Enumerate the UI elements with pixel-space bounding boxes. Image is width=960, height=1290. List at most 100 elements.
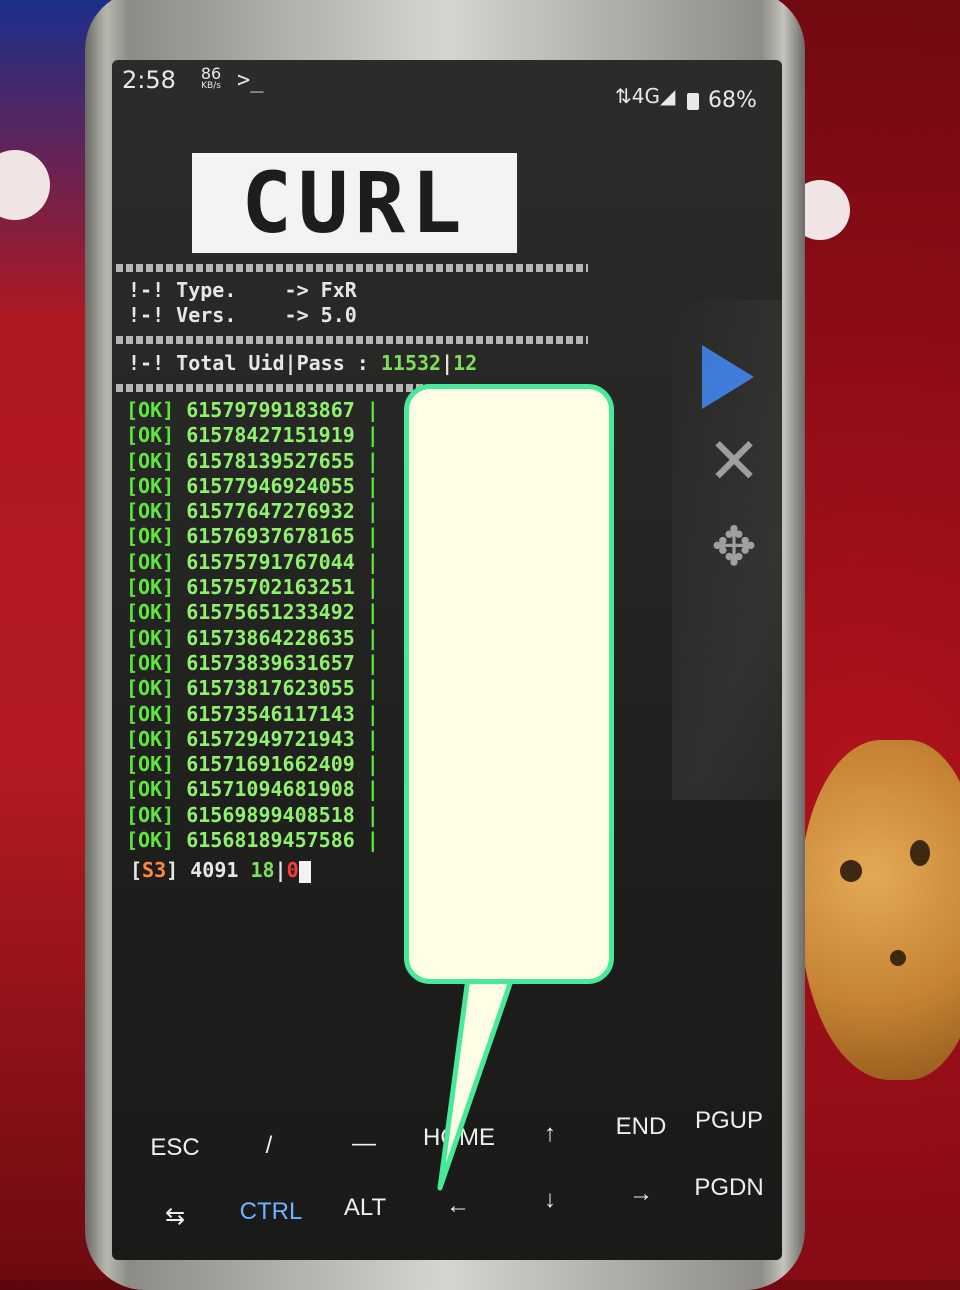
play-icon[interactable]: [702, 345, 754, 409]
ok-tag: [OK]: [126, 423, 175, 448]
row-separator: |: [366, 701, 379, 726]
row-separator: |: [366, 650, 379, 675]
row-separator: |: [366, 625, 379, 650]
result-uid: 61572949721943: [186, 726, 355, 751]
result-uid: 61571691662409: [186, 752, 355, 777]
row-separator: |: [366, 676, 379, 701]
row-separator: |: [366, 752, 379, 777]
result-row: [OK] 61571094681908 |: [126, 777, 379, 802]
key-esc[interactable]: ESC: [130, 1134, 220, 1162]
progress-line: [S3] 4091 18|0: [130, 858, 311, 883]
row-separator: |: [366, 524, 379, 549]
background-teddy-print: [800, 740, 960, 1080]
result-row: [OK] 61571691662409 |: [126, 752, 379, 777]
result-row: [OK] 61572949721943 |: [126, 727, 379, 752]
divider: [116, 336, 588, 344]
progress-bracket-close: ]: [166, 858, 179, 882]
ok-tag: [OK]: [126, 575, 175, 600]
result-row: [OK] 61578139527655 |: [126, 449, 379, 474]
row-separator: |: [366, 423, 379, 448]
terminal-cursor: [298, 860, 311, 883]
ok-tag: [OK]: [126, 600, 175, 625]
result-row: [OK] 61573839631657 |: [126, 651, 379, 676]
result-row: [OK] 61577946924055 |: [126, 474, 379, 499]
result-row: [OK] 61575651233492 |: [126, 600, 379, 625]
result-uid: 61575791767044: [186, 549, 355, 574]
result-row: [OK] 61568189457586 |: [126, 828, 379, 853]
key-right[interactable]: →: [596, 1180, 686, 1208]
progress-count: 4091: [190, 858, 239, 882]
move-icon[interactable]: ✥: [702, 515, 766, 579]
row-separator: |: [366, 600, 379, 625]
result-uid: 61573546117143: [186, 701, 355, 726]
result-row: [OK] 61573864228635 |: [126, 626, 379, 651]
result-uid: 61568189457586: [186, 828, 355, 853]
result-uid: 61571094681908: [186, 777, 355, 802]
ok-tag: [OK]: [126, 499, 175, 524]
row-separator: |: [366, 777, 379, 802]
key-pgdn[interactable]: PGDN: [684, 1174, 774, 1202]
row-separator: |: [366, 549, 379, 574]
total-cp: 12: [453, 351, 478, 375]
key-dash[interactable]: —: [319, 1130, 409, 1158]
ok-tag: [OK]: [126, 473, 175, 498]
row-separator: |: [366, 575, 379, 600]
key-down[interactable]: ↓: [505, 1186, 595, 1214]
result-uid: 61578139527655: [186, 448, 355, 473]
ok-tag: [OK]: [126, 676, 175, 701]
ok-tag: [OK]: [126, 752, 175, 777]
result-uid: 61575651233492: [186, 600, 355, 625]
result-row: [OK] 61576937678165 |: [126, 524, 379, 549]
result-uid: 61578427151919: [186, 423, 355, 448]
key-end[interactable]: END: [596, 1113, 686, 1141]
row-separator: |: [366, 448, 379, 473]
result-uid: 61577946924055: [186, 473, 355, 498]
key-pgup[interactable]: PGUP: [684, 1107, 774, 1135]
row-separator: |: [366, 398, 379, 422]
key-slash[interactable]: /: [224, 1132, 314, 1160]
ok-tag: [OK]: [126, 398, 175, 422]
key-toggle[interactable]: ⇆: [130, 1202, 220, 1231]
ok-tag: [OK]: [126, 524, 175, 549]
version-line: !-! Vers. -> 5.0: [128, 303, 357, 327]
result-row: [OK] 61573546117143 |: [126, 702, 379, 727]
ok-tag: [OK]: [126, 549, 175, 574]
key-home[interactable]: HOME: [414, 1124, 504, 1152]
result-row: [OK] 61578427151919 |: [126, 423, 379, 448]
ok-tag: [OK]: [126, 828, 175, 853]
speech-bubble-callout: [404, 384, 614, 984]
key-ctrl[interactable]: CTRL: [226, 1198, 316, 1226]
total-separator: |: [441, 351, 454, 375]
key-left[interactable]: ←: [413, 1192, 503, 1220]
ok-tag: [OK]: [126, 448, 175, 473]
result-row: [OK] 61577647276932 |: [126, 499, 379, 524]
results-list: [OK] 61579799183867 | [OK] 61578427151919 |…: [126, 398, 379, 853]
ok-tag: [OK]: [126, 650, 175, 675]
bear-spot: [840, 860, 862, 882]
progress-tag: S3: [142, 858, 167, 882]
result-row: [OK] 61575702163251 |: [126, 575, 379, 600]
progress-separator: |: [274, 858, 287, 882]
ok-tag: [OK]: [126, 802, 175, 827]
divider: [116, 264, 588, 272]
row-separator: |: [366, 499, 379, 524]
key-alt[interactable]: ALT: [320, 1194, 410, 1222]
ok-tag: [OK]: [126, 701, 175, 726]
row-separator: |: [366, 473, 379, 498]
extra-keys-bar: ESC / — HOME ↑ END PGUP ⇆ CTRL ALT ← ↓ →…: [112, 1090, 782, 1240]
result-row: [OK] 61575791767044 |: [126, 550, 379, 575]
result-uid: 61577647276932: [186, 499, 355, 524]
result-uid: 61573817623055: [186, 676, 355, 701]
ok-tag: [OK]: [126, 625, 175, 650]
row-separator: |: [366, 828, 379, 853]
progress-bracket-open: [: [130, 858, 143, 882]
ok-tag: [OK]: [126, 726, 175, 751]
progress-ok: 18: [250, 858, 275, 882]
key-up[interactable]: ↑: [505, 1120, 595, 1148]
row-separator: |: [366, 802, 379, 827]
close-icon[interactable]: ✕: [702, 430, 766, 494]
result-uid: 61573864228635: [186, 625, 355, 650]
result-uid: 61579799183867: [186, 398, 355, 422]
result-row: [OK] 61579799183867 |: [126, 398, 379, 423]
result-uid: 61576937678165: [186, 524, 355, 549]
